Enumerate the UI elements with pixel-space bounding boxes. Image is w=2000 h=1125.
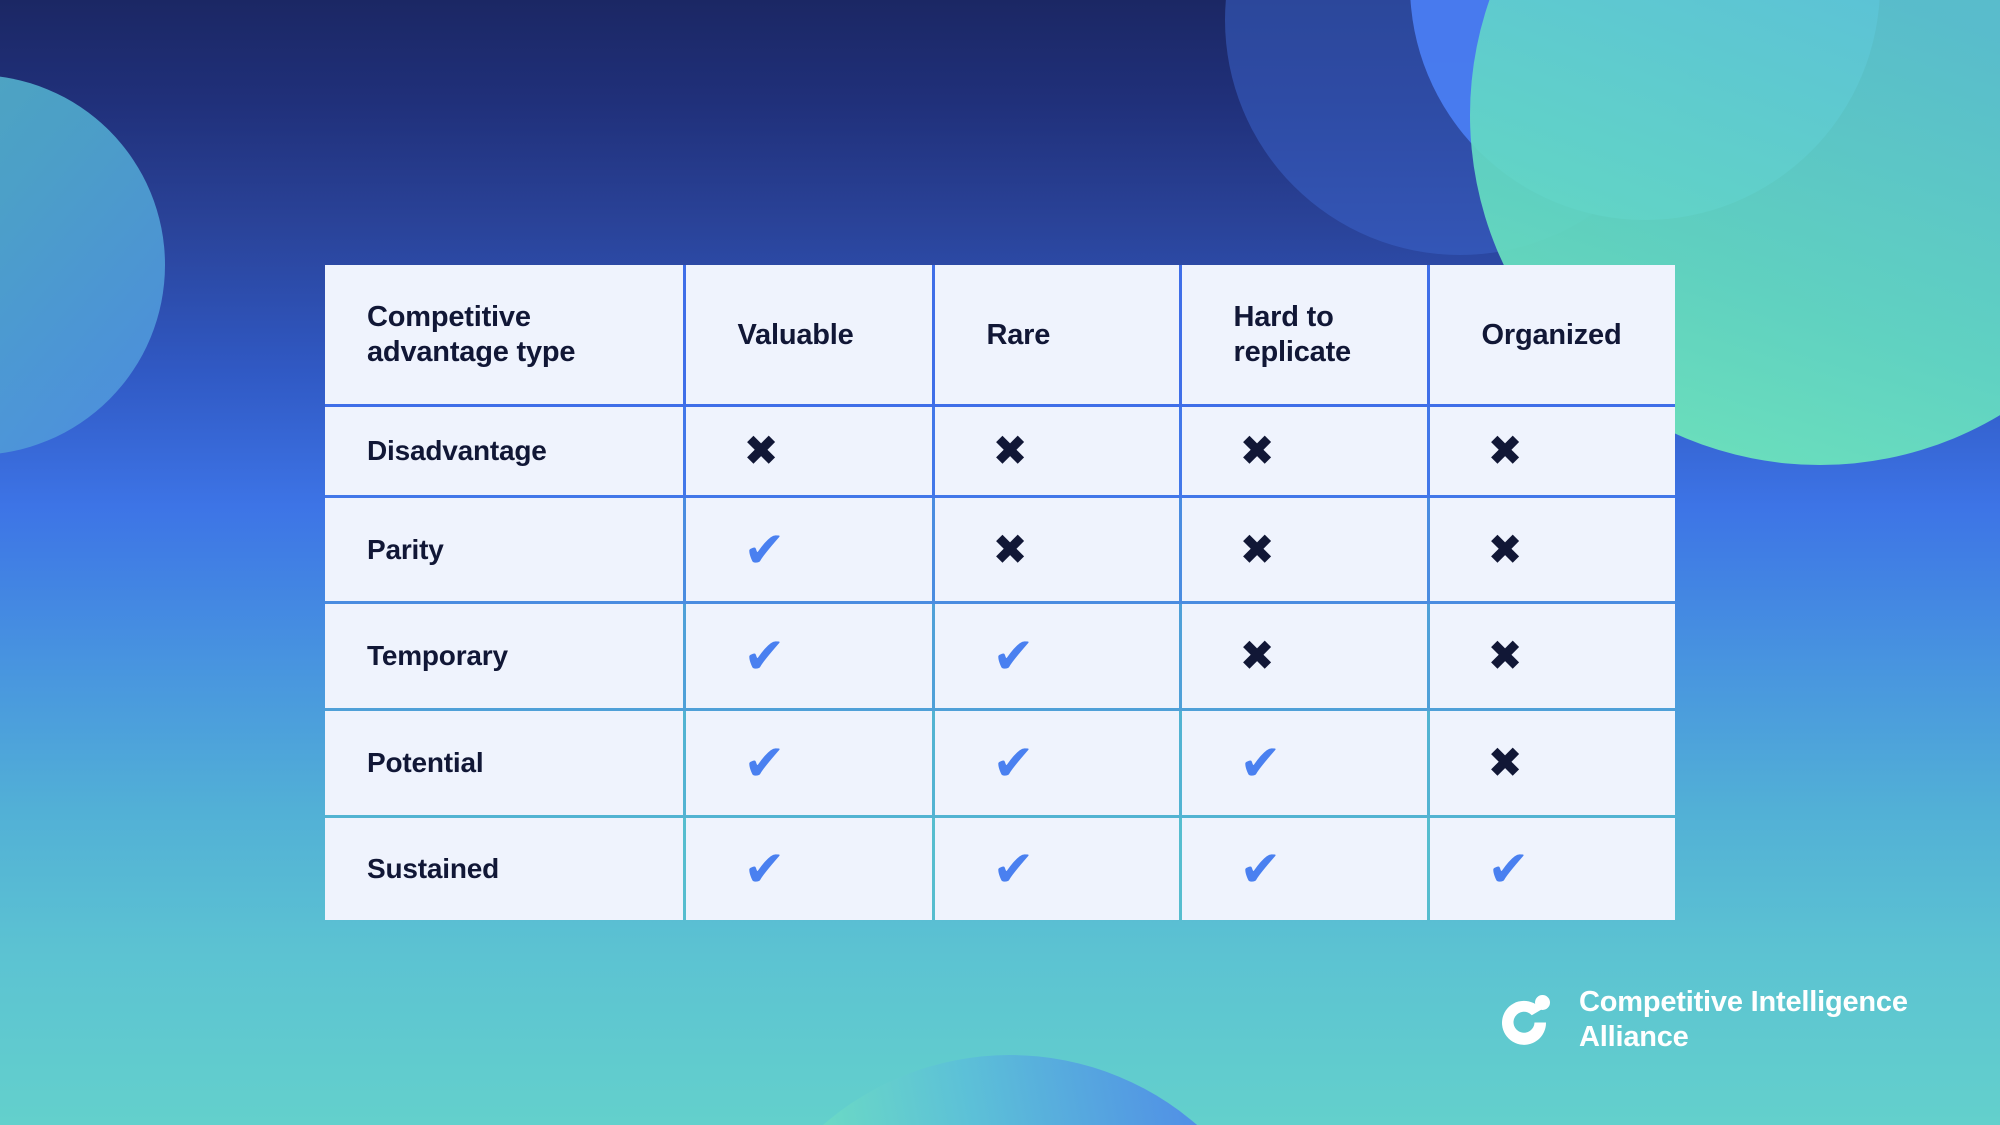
criterion-cell: ✖ (1426, 405, 1675, 498)
cross-icon: ✖ (743, 426, 779, 476)
criterion-cell: ✖ (931, 496, 1180, 605)
criterion-cell: ✔ (931, 709, 1180, 818)
cross-icon: ✖ (1487, 426, 1523, 476)
criterion-cell: ✖ (1178, 405, 1428, 498)
table-row: Disadvantage ✖ ✖ ✖ ✖ (325, 405, 1675, 498)
criterion-cell: ✔ (1178, 816, 1428, 920)
column-header-organized: Organized (1426, 265, 1675, 408)
brand-logo: Competitive Intelligence Alliance (1493, 985, 1908, 1056)
cross-icon: ✖ (1487, 737, 1523, 787)
competitive-advantage-table: Competitive advantage type Valuable Rare… (325, 265, 1675, 920)
cross-icon: ✖ (1487, 524, 1523, 574)
criterion-cell: ✔ (931, 816, 1180, 920)
row-header-cell: Parity (325, 496, 684, 605)
check-icon: ✔ (992, 627, 1035, 686)
criterion-cell: ✖ (1426, 709, 1675, 818)
table-row: Temporary ✔ ✔ ✖ ✖ (325, 602, 1675, 712)
column-header-label: Rare (986, 318, 1051, 351)
vrio-table-container: Competitive advantage type Valuable Rare… (325, 265, 1675, 920)
criterion-cell: ✖ (1178, 602, 1428, 712)
criterion-cell: ✖ (682, 405, 933, 498)
column-header-advantage-type: Competitive advantage type (325, 265, 684, 408)
row-label: Temporary (367, 640, 508, 672)
table-header-row: Competitive advantage type Valuable Rare… (325, 265, 1675, 408)
brand-name: Competitive Intelligence Alliance (1579, 986, 1908, 1054)
check-icon: ✔ (743, 733, 786, 792)
column-header-label: Valuable (737, 318, 854, 351)
decorative-circle-left (0, 75, 165, 455)
row-header-cell: Sustained (325, 816, 684, 920)
column-header-rare: Rare (931, 265, 1180, 408)
check-icon: ✔ (1487, 839, 1530, 898)
ci-alliance-logo-icon (1493, 989, 1555, 1051)
cross-icon: ✖ (1487, 631, 1523, 681)
cross-icon: ✖ (1239, 524, 1275, 574)
column-header-label: Hard to replicate (1233, 301, 1352, 368)
check-icon: ✔ (743, 627, 786, 686)
column-header-hard-to-replicate: Hard to replicate (1178, 265, 1428, 408)
check-icon: ✔ (992, 733, 1035, 792)
decorative-circle-bottom (725, 1055, 1295, 1125)
cross-icon: ✖ (1239, 631, 1275, 681)
criterion-cell: ✔ (1178, 709, 1428, 818)
check-icon: ✔ (743, 839, 786, 898)
criterion-cell: ✖ (1178, 496, 1428, 605)
table-row: Sustained ✔ ✔ ✔ ✔ (325, 816, 1675, 920)
table-row: Parity ✔ ✖ ✖ ✖ (325, 496, 1675, 605)
cross-icon: ✖ (992, 426, 1028, 476)
check-icon: ✔ (743, 520, 786, 579)
row-header-cell: Temporary (325, 602, 684, 712)
check-icon: ✔ (992, 839, 1035, 898)
column-header-label: Organized (1481, 318, 1622, 351)
column-header-label: Competitive advantage type (367, 301, 576, 368)
criterion-cell: ✖ (931, 405, 1180, 498)
criterion-cell: ✔ (682, 602, 933, 712)
row-header-cell: Potential (325, 709, 684, 818)
criterion-cell: ✔ (1426, 816, 1675, 920)
check-icon: ✔ (1239, 839, 1282, 898)
criterion-cell: ✔ (682, 709, 933, 818)
row-header-cell: Disadvantage (325, 405, 684, 498)
row-label: Disadvantage (367, 435, 547, 467)
criterion-cell: ✔ (682, 816, 933, 920)
cross-icon: ✖ (1239, 426, 1275, 476)
criterion-cell: ✖ (1426, 496, 1675, 605)
row-label: Parity (367, 533, 444, 565)
cross-icon: ✖ (992, 524, 1028, 574)
criterion-cell: ✖ (1426, 602, 1675, 712)
row-label: Sustained (367, 852, 500, 884)
table-body: Disadvantage ✖ ✖ ✖ ✖ Parity ✔ ✖ ✖ ✖ Temporary ✔ ✔ ✖ ✖ P… (325, 405, 1675, 920)
criterion-cell: ✔ (931, 602, 1180, 712)
check-icon: ✔ (1239, 733, 1282, 792)
column-header-valuable: Valuable (682, 265, 933, 408)
criterion-cell: ✔ (682, 496, 933, 605)
row-label: Potential (367, 746, 484, 778)
table-row: Potential ✔ ✔ ✔ ✖ (325, 709, 1675, 818)
